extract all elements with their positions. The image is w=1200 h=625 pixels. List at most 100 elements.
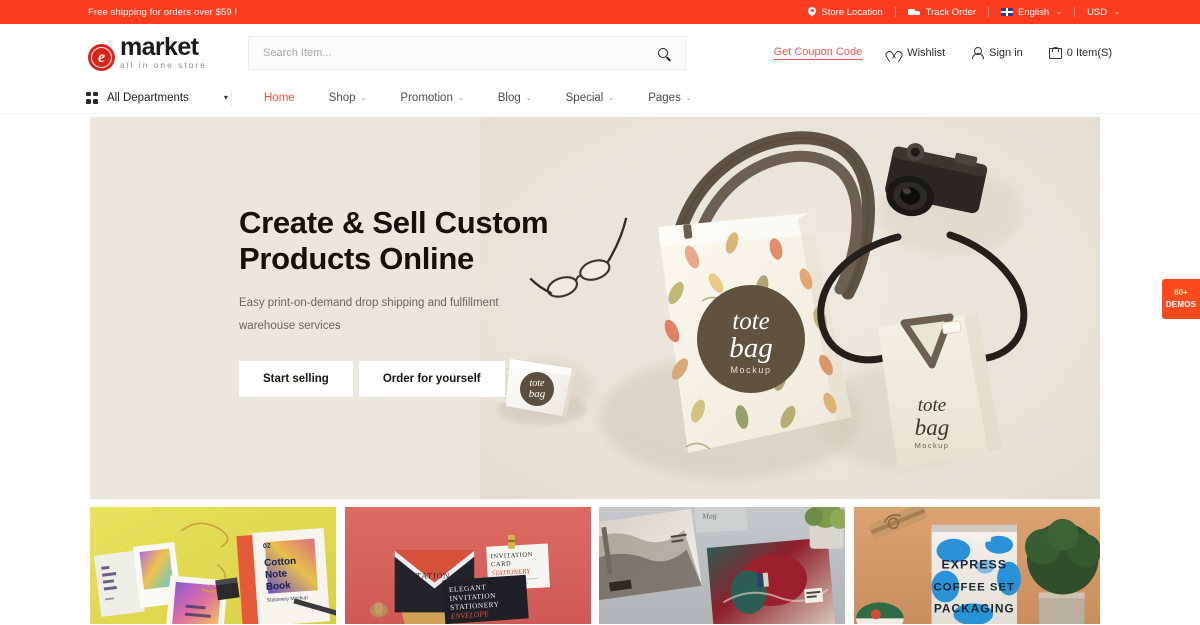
nav-link-label: Shop <box>328 91 356 104</box>
nav-link-label: Blog <box>497 91 521 104</box>
tote-bag-mockup-illustration: tote bag tote bag Mockup tote bag Mockup <box>480 117 1100 499</box>
user-icon <box>971 47 984 59</box>
nav-link-blog[interactable]: Blog ⌄ <box>492 88 538 108</box>
chevron-down-icon: ⌄ <box>457 94 464 102</box>
hero-artwork: tote bag tote bag Mockup tote bag Mockup <box>480 117 1100 499</box>
demos-label: DEMOS <box>1165 300 1197 309</box>
category-card-magazines[interactable]: Mag <box>599 507 846 625</box>
language-label: English <box>1018 6 1050 18</box>
track-order-link[interactable]: Track Order <box>896 7 988 18</box>
invitation-cards-mockup-image: ITATION INVITATION CARD STATIONERY ELEGA… <box>344 507 591 625</box>
demos-floating-badge[interactable]: 60+ DEMOS <box>1162 279 1200 319</box>
nav-link-promotion[interactable]: Promotion ⌄ <box>394 88 469 108</box>
search-input[interactable] <box>249 47 641 59</box>
search-bar <box>248 36 686 70</box>
order-for-yourself-button[interactable]: Order for yourself <box>358 360 505 397</box>
start-selling-button[interactable]: Start selling <box>239 360 353 397</box>
chevron-down-icon: ⌄ <box>1056 9 1063 16</box>
sign-in-link[interactable]: Sign in <box>971 47 1023 59</box>
nav-link-label: Pages <box>648 91 681 104</box>
grid-menu-icon <box>86 91 98 104</box>
svg-text:tote: tote <box>918 395 947 416</box>
svg-text:Mockup: Mockup <box>915 441 950 450</box>
nav-link-label: Home <box>264 91 295 104</box>
nav-link-home[interactable]: Home <box>258 88 301 108</box>
heart-icon <box>888 48 900 59</box>
chevron-down-icon: ⌄ <box>360 94 367 102</box>
tote-label-line2: bag <box>729 332 773 364</box>
chevron-down-icon: ⌄ <box>685 94 692 102</box>
truck-icon <box>907 8 921 17</box>
category-card-invitations[interactable]: ITATION INVITATION CARD STATIONERY ELEGA… <box>344 507 592 625</box>
track-order-label: Track Order <box>925 6 977 18</box>
hero-banner: tote bag tote bag Mockup tote bag Mockup… <box>90 117 1100 499</box>
currency-selector[interactable]: USD ⌄ <box>1075 7 1132 18</box>
topbar-utility-links: Store Location Track Order English ⌄ USD… <box>796 7 1132 18</box>
divider <box>231 89 232 106</box>
nav-link-list: Home Shop ⌄ Promotion ⌄ Blog ⌄ Special ⌄ Pages ⌄ <box>258 88 698 108</box>
emarket-logo-icon: e <box>88 44 115 72</box>
hero-title-line2: Products Online <box>239 240 474 276</box>
tote-label-line3: Mockup <box>730 365 771 375</box>
magazines-mockup-image: Mag <box>599 507 846 625</box>
site-header: e market all in one store Get Coupon Cod… <box>0 24 1200 82</box>
svg-text:ITATION: ITATION <box>412 572 450 581</box>
nav-link-special[interactable]: Special ⌄ <box>560 88 621 108</box>
logo-text-block: market all in one store <box>120 32 207 71</box>
logo-name: market <box>120 32 199 61</box>
hero-copy-block: Create & Sell Custom Products Online Eas… <box>239 205 569 397</box>
chevron-down-icon: ⌄ <box>525 94 532 102</box>
all-departments-button[interactable]: All Departments ▾ <box>86 91 228 104</box>
chevron-down-icon: ⌄ <box>608 94 615 102</box>
nav-link-shop[interactable]: Shop ⌄ <box>323 88 373 108</box>
notebooks-mockup-image: 02 Cotton Note Book Stationery Mockup <box>90 507 337 625</box>
shopping-bag-icon <box>1048 47 1062 59</box>
svg-text:EXPRESS: EXPRESS <box>941 558 1007 572</box>
free-shipping-promo: Free shipping for orders over $59 ! <box>88 6 238 18</box>
svg-text:PACKAGING: PACKAGING <box>933 601 1014 615</box>
svg-text:bag: bag <box>915 415 950 440</box>
nav-link-label: Special <box>565 91 604 104</box>
svg-text:CARD: CARD <box>490 560 511 568</box>
nav-link-label: Promotion <box>400 91 453 104</box>
category-card-notebooks[interactable]: 02 Cotton Note Book Stationery Mockup <box>90 507 337 625</box>
main-navigation: All Departments ▾ Home Shop ⌄ Promotion ⌄ Blo… <box>0 82 1200 114</box>
coffee-packaging-mockup-image: EXPRESS COFFEE SET PACKAGING <box>853 507 1100 625</box>
svg-text:Book: Book <box>266 580 292 593</box>
svg-text:Note: Note <box>265 568 288 581</box>
demos-count: 60+ <box>1174 288 1188 298</box>
top-announcement-bar: Free shipping for orders over $59 ! Stor… <box>0 0 1200 24</box>
site-logo[interactable]: e market all in one store <box>88 32 207 72</box>
hero-cta-group: Start selling Order for yourself <box>239 360 569 397</box>
svg-text:COFFEE SET: COFFEE SET <box>933 581 1015 593</box>
svg-text:Cotton: Cotton <box>264 556 297 569</box>
location-pin-icon <box>808 7 816 18</box>
cart-link[interactable]: 0 Item(S) <box>1048 47 1112 59</box>
chevron-down-icon: ▾ <box>223 93 228 102</box>
category-card-row: 02 Cotton Note Book Stationery Mockup IT… <box>90 507 1100 625</box>
chevron-down-icon: ⌄ <box>1114 9 1120 16</box>
hero-title: Create & Sell Custom Products Online <box>239 205 569 277</box>
all-departments-label: All Departments <box>107 91 189 104</box>
svg-text:Mag: Mag <box>701 511 717 521</box>
currency-label: USD <box>1087 6 1108 18</box>
header-actions: Get Coupon Code Wishlist Sign in 0 Item(… <box>773 46 1112 60</box>
svg-text:02: 02 <box>263 543 271 551</box>
cart-count-label: 0 Item(S) <box>1066 47 1112 59</box>
store-location-link[interactable]: Store Location <box>796 7 894 18</box>
logo-tagline: all in one store <box>120 60 207 70</box>
nav-link-pages[interactable]: Pages ⌄ <box>642 88 697 108</box>
uk-flag-icon <box>1001 8 1014 16</box>
sign-in-label: Sign in <box>989 47 1023 59</box>
tote-label-line1: tote <box>732 308 770 335</box>
store-location-label: Store Location <box>821 6 883 18</box>
get-coupon-code-link[interactable]: Get Coupon Code <box>773 46 863 60</box>
search-icon <box>658 48 668 58</box>
wishlist-link[interactable]: Wishlist <box>888 47 945 59</box>
search-button[interactable] <box>641 37 685 69</box>
category-card-coffee-packaging[interactable]: EXPRESS COFFEE SET PACKAGING <box>853 507 1101 625</box>
logo-letter: e <box>97 48 106 66</box>
wishlist-label: Wishlist <box>907 47 946 59</box>
hero-title-line1: Create & Sell Custom <box>239 205 549 240</box>
language-selector[interactable]: English ⌄ <box>989 7 1074 18</box>
